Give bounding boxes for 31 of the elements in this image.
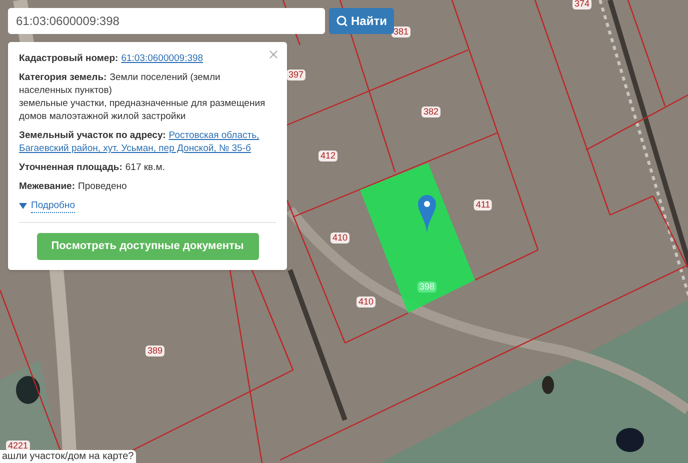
field-value: населенных пунктов) [19, 84, 112, 97]
field-label: Уточненная площадь: [19, 161, 122, 174]
parcel-number-label: 382 [421, 106, 441, 118]
search-field[interactable]: 61:03:0600009:398 [8, 8, 325, 34]
details-link[interactable]: Подробно [31, 199, 75, 213]
field-label: Кадастровый номер: [19, 52, 118, 65]
field-label: Межевание: [19, 180, 75, 193]
close-icon[interactable] [267, 48, 280, 61]
parcel-number-label: 411 [474, 200, 492, 210]
parcel-number-label: 398 [417, 282, 437, 292]
info-link[interactable]: Багаевский район, хут. Усьман, пер Донской, № 35-б [19, 142, 251, 155]
field-value: 617 кв.м. [125, 161, 165, 174]
search-button[interactable]: Найти [329, 8, 394, 34]
parcel-number-label: 410 [330, 232, 350, 244]
field-value: Проведено [78, 180, 127, 193]
info-link[interactable]: Ростовская область, [168, 129, 260, 142]
info-link[interactable]: 61:03:0600009:398 [121, 52, 204, 65]
parcel-number-label: 374 [572, 0, 592, 10]
parcel-number-label: 410 [356, 296, 376, 308]
search-icon [336, 15, 348, 27]
field-value: Земли поселений (земли [110, 71, 220, 84]
field-label: Земельный участок по адресу: [19, 129, 166, 142]
help-tip[interactable]: ашли участок/дом на карте? [0, 450, 136, 463]
parcel-number-label: 389 [145, 346, 165, 356]
field-note: земельные участки, предназначенные для размещения [19, 97, 266, 110]
selected-parcel[interactable] [360, 163, 475, 313]
parcel-number-label: 412 [318, 150, 338, 162]
map-pin-icon[interactable] [418, 195, 436, 235]
field-note: домов малоэтажной жилой застройки [19, 110, 186, 123]
parcel-number-label: 397 [286, 70, 306, 80]
field-label: Категория земель: [19, 71, 107, 84]
